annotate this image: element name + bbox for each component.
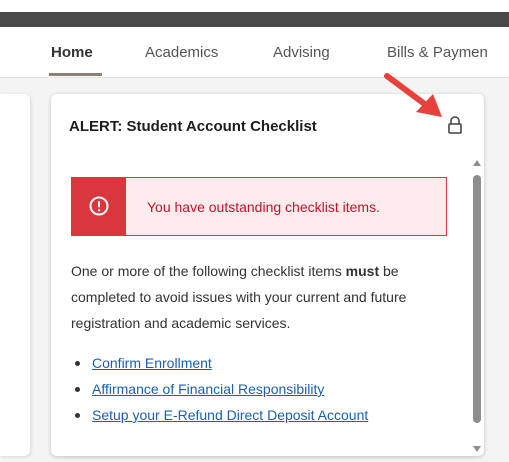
pointer-arrow-icon	[384, 73, 442, 117]
financial-responsibility-link[interactable]: Affirmance of Financial Responsibility	[92, 376, 324, 402]
scrollbar-thumb[interactable]	[473, 175, 481, 423]
alert-card: ALERT: Student Account Checklist You hav…	[51, 94, 484, 456]
checklist-description: One or more of the following checklist i…	[71, 258, 451, 336]
tab-bills-payments[interactable]: Bills & Paymen	[387, 44, 488, 61]
alert-banner: You have outstanding checklist items.	[71, 177, 447, 236]
scrollbar[interactable]	[473, 160, 482, 452]
card-title: ALERT: Student Account Checklist	[69, 118, 317, 135]
description-text-start: One or more of the following checklist i…	[71, 263, 346, 279]
lock-icon[interactable]	[446, 115, 464, 135]
top-bar-stripe	[0, 12, 509, 27]
tab-advising[interactable]: Advising	[273, 44, 330, 61]
alert-message: You have outstanding checklist items.	[147, 199, 380, 215]
active-tab-indicator	[49, 73, 102, 76]
scroll-down-arrow-icon[interactable]	[473, 446, 481, 452]
alert-icon-block	[72, 178, 126, 235]
confirm-enrollment-link[interactable]: Confirm Enrollment	[92, 350, 212, 376]
bullet	[75, 361, 80, 366]
exclamation-circle-icon	[89, 196, 109, 216]
e-refund-setup-link[interactable]: Setup your E-Refund Direct Deposit Accou…	[92, 402, 368, 428]
adjacent-card-edge	[0, 94, 30, 456]
tab-academics[interactable]: Academics	[145, 44, 218, 61]
description-emphasis: must	[345, 263, 380, 279]
scroll-up-arrow-icon[interactable]	[473, 160, 481, 166]
tab-home[interactable]: Home	[51, 44, 93, 61]
top-bar	[0, 0, 509, 27]
bullet	[75, 413, 80, 418]
bullet	[75, 387, 80, 392]
